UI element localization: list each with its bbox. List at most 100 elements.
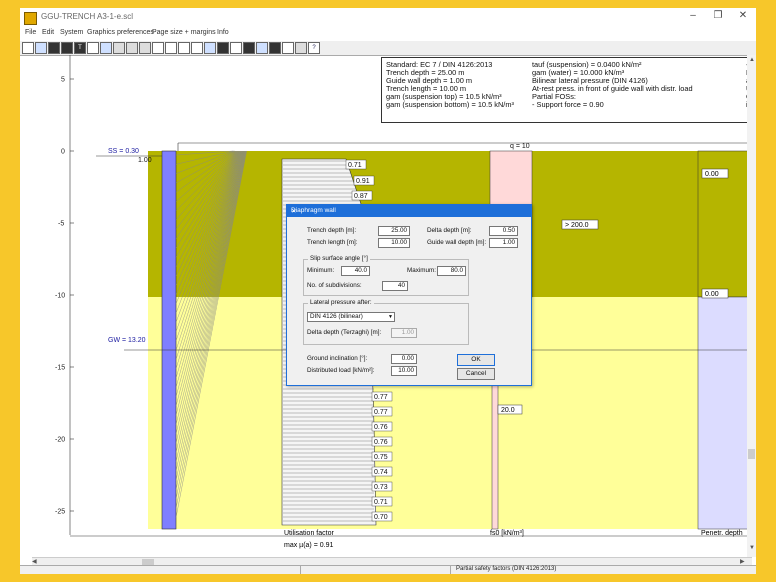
edit-icon[interactable]	[204, 42, 216, 54]
print-setup-icon[interactable]	[61, 42, 73, 54]
app-window: GGU-TRENCH A3-1-e.scl – ❐ ✕ File Edit Sy…	[20, 8, 756, 574]
menu-system[interactable]: System	[60, 29, 83, 36]
util-value-label: 0.70	[374, 514, 388, 521]
util-max-label: max µ(a) = 0.91	[284, 542, 333, 549]
table-icon[interactable]	[217, 42, 229, 54]
new-icon[interactable]	[22, 42, 34, 54]
util-value-label: 0.76	[374, 439, 388, 446]
scroll-down-icon[interactable]: ▼	[749, 545, 755, 551]
fs0-value-lower: 20.0	[501, 407, 515, 414]
scroll-up-icon[interactable]: ▲	[749, 57, 755, 63]
toolbar: T ?	[20, 41, 756, 56]
ss-label: SS = 0.30	[108, 148, 139, 155]
subdivisions-label: No. of subdivisions:	[307, 282, 362, 289]
minimum-angle-input[interactable]: 40.0	[341, 266, 370, 276]
y-tick-label: -5	[58, 221, 64, 228]
refresh-icon[interactable]	[282, 42, 294, 54]
fs0-value-upper: > 200.0	[565, 222, 589, 229]
terzaghi-input[interactable]: 1.00	[391, 328, 417, 338]
util-value-label: 0.87	[354, 193, 368, 200]
clipboard-icon[interactable]	[230, 42, 242, 54]
scroll-right-icon[interactable]: ▶	[740, 558, 745, 565]
help-icon[interactable]: ?	[308, 42, 320, 54]
slip-angle-group-label: Slip surface angle [°]	[308, 255, 370, 262]
info-line: - Support force = 0.90	[532, 100, 604, 109]
dropdown-arrow-icon[interactable]: ▼	[388, 313, 393, 321]
util-value-label: 0.77	[374, 409, 388, 416]
minimum-label: Minimum:	[307, 267, 335, 274]
maximize-button[interactable]: ❐	[708, 10, 728, 21]
load-label: q = 10	[510, 143, 530, 150]
menu-page-size-margins[interactable]: Page size + margins	[152, 29, 216, 36]
open-icon[interactable]	[35, 42, 47, 54]
util-value-label: 0.77	[374, 394, 388, 401]
close-button[interactable]: ✕	[733, 10, 753, 21]
trench-depth-label: Trench depth [m]:	[307, 227, 357, 234]
title-bar: GGU-TRENCH A3-1-e.scl – ❐ ✕	[20, 8, 756, 28]
menu-edit[interactable]: Edit	[42, 29, 54, 36]
menu-graphics-preferences[interactable]: Graphics preferences	[87, 29, 154, 36]
zoom-icon[interactable]	[126, 42, 138, 54]
distributed-load-label: Distributed load [kN/m²]:	[307, 367, 375, 374]
util-value-label: 0.76	[374, 424, 388, 431]
ok-button[interactable]: OK	[457, 354, 495, 366]
menu-file[interactable]: File	[25, 29, 36, 36]
copy-icon[interactable]	[100, 42, 112, 54]
ruler-icon[interactable]	[191, 42, 203, 54]
maximum-angle-input[interactable]: 80.0	[437, 266, 466, 276]
font-icon[interactable]: T	[74, 42, 86, 54]
color-icon[interactable]	[269, 42, 281, 54]
util-value-label: 0.71	[374, 499, 388, 506]
print-icon[interactable]	[87, 42, 99, 54]
status-bar: Partial safety factors (DIN 4126:2013)	[20, 565, 756, 574]
trench-length-input[interactable]: 10.00	[378, 238, 410, 248]
window-title: GGU-TRENCH A3-1-e.scl	[41, 12, 134, 21]
scroll-left-icon[interactable]: ◀	[32, 558, 37, 565]
penetr-axis-label: Penetr. depth	[701, 530, 743, 537]
lateral-pressure-group-label: Lateral pressure after:	[308, 299, 374, 306]
fs0-axis-label: fs0 [kN/m³]	[490, 530, 524, 537]
util-value-label: 0.91	[356, 178, 370, 185]
menu-bar: File Edit System Graphics preferences Pa…	[20, 28, 756, 40]
y-tick-label: -15	[55, 365, 65, 372]
penetr-value-upper: 0.00	[705, 171, 719, 178]
info-icon[interactable]	[243, 42, 255, 54]
vertical-scrollbar[interactable]: ▲ ▼	[747, 55, 756, 557]
menu-info[interactable]: Info	[217, 29, 229, 36]
penetr-lower-bar	[697, 296, 752, 530]
vertical-scroll-thumb[interactable]	[748, 449, 755, 459]
gw-label: GW = 13.20	[108, 337, 146, 344]
zoom-out-icon[interactable]	[165, 42, 177, 54]
info-line: gam (suspension bottom) = 10.5 kN/m³	[386, 100, 514, 109]
save-icon[interactable]	[48, 42, 60, 54]
zoom-in-icon[interactable]	[152, 42, 164, 54]
terzaghi-label: Delta depth (Terzaghi) [m]:	[307, 329, 382, 336]
lateral-pressure-value: DIN 4126 (bilinear)	[310, 313, 363, 320]
move-icon[interactable]	[113, 42, 125, 54]
drawing-icon[interactable]	[256, 42, 268, 54]
guide-wall-depth-label: Guide wall depth [m]:	[427, 239, 487, 246]
util-value-label: 0.73	[374, 484, 388, 491]
distributed-load-input[interactable]: 10.00	[391, 366, 417, 376]
zoom-full-icon[interactable]	[178, 42, 190, 54]
y-tick-label: -25	[55, 509, 65, 516]
ground-inclination-input[interactable]: 0.00	[391, 354, 417, 364]
cancel-button[interactable]: Cancel	[457, 368, 495, 380]
diaphragm-wall-dialog: Diaphragm wall ✕ Trench depth [m]: 25.00…	[286, 204, 532, 386]
zoom-window-icon[interactable]	[139, 42, 151, 54]
guide-wall-depth-input[interactable]: 1.00	[489, 238, 518, 248]
util-value-label: 0.71	[348, 162, 362, 169]
y-tick-label: 5	[61, 77, 65, 84]
subdivisions-input[interactable]: 40	[382, 281, 408, 291]
util-value-label: 0.74	[374, 469, 388, 476]
trench-depth-input[interactable]: 25.00	[378, 226, 410, 236]
minimize-button[interactable]: –	[683, 10, 703, 21]
info-panel: Standard: EC 7 / DIN 4126:2013 Trench de…	[381, 57, 752, 123]
status-text: Partial safety factors (DIN 4126:2013)	[456, 566, 557, 572]
delta-depth-input[interactable]: 0.50	[489, 226, 518, 236]
y-tick-label: -20	[55, 437, 65, 444]
dialog-close-icon[interactable]: ✕	[291, 207, 526, 215]
util-axis-label: Utilisation factor	[284, 530, 334, 537]
undo-icon[interactable]	[295, 42, 307, 54]
lateral-pressure-select[interactable]: DIN 4126 (bilinear) ▼	[307, 312, 395, 322]
